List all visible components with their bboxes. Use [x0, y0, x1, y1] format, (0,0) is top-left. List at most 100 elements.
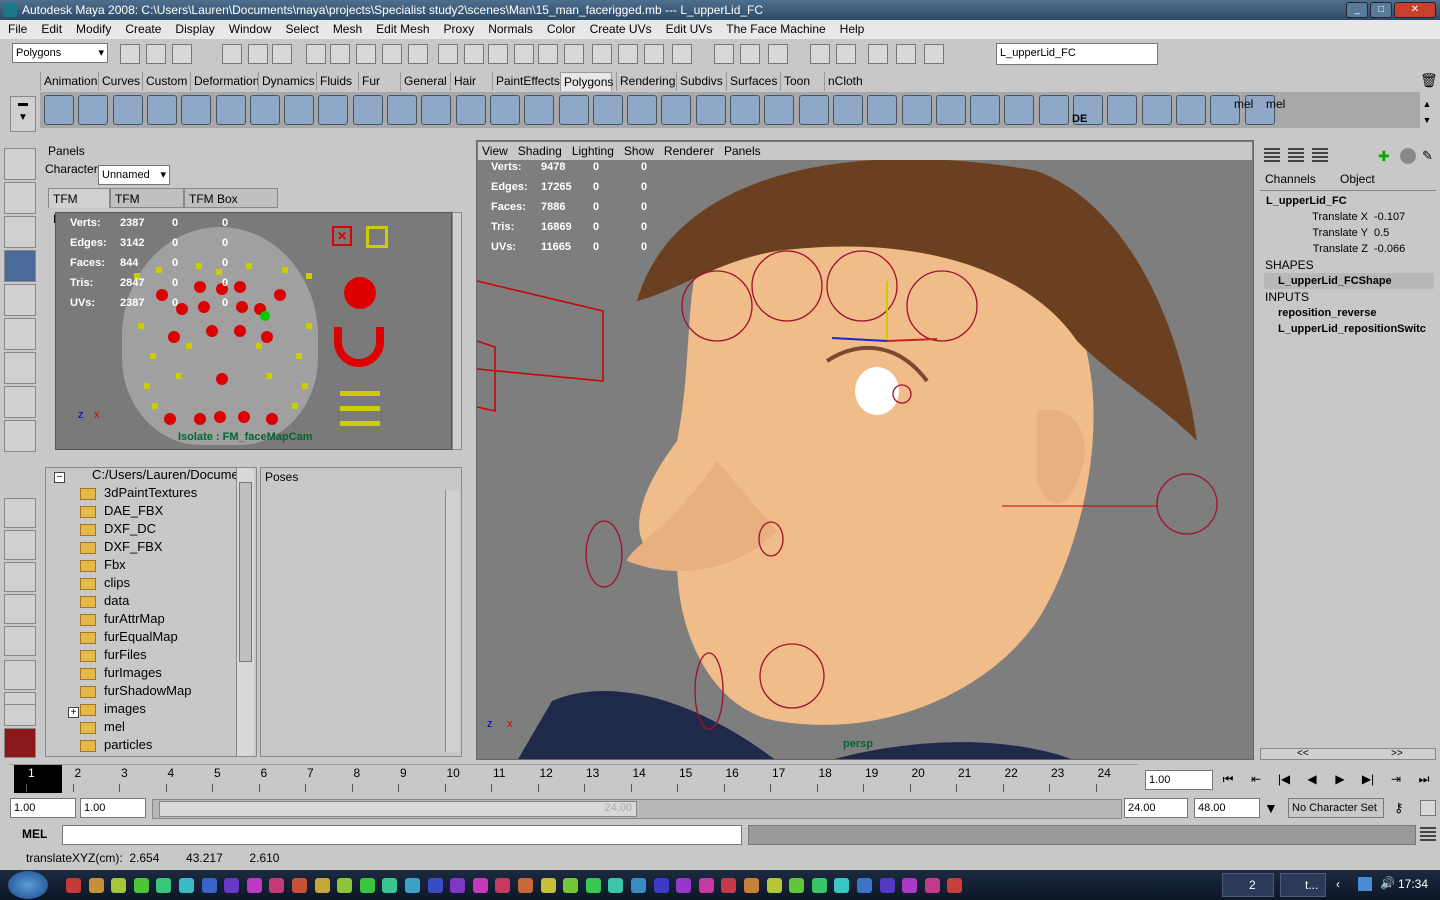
quick-launch-icon[interactable]: [653, 878, 669, 893]
folder-item[interactable]: Fbx: [80, 556, 126, 574]
channel-node-name[interactable]: L_upperLid_FC: [1266, 193, 1347, 209]
face-map-control-dot[interactable]: [266, 413, 278, 425]
step-forward-key-icon[interactable]: ⇥: [1384, 769, 1408, 789]
channel-attr-name[interactable]: Translate Z: [1264, 241, 1368, 257]
statusline-icon[interactable]: [896, 44, 916, 64]
object-menu[interactable]: Object: [1340, 171, 1375, 187]
face-map-control-dot[interactable]: [234, 325, 246, 337]
start-time-field[interactable]: 1.00: [10, 798, 76, 818]
layout-preset-icon[interactable]: [4, 498, 36, 528]
quick-launch-icon[interactable]: [676, 878, 692, 893]
lasso-tool-icon[interactable]: [4, 182, 36, 214]
end-time-field[interactable]: 48.00: [1194, 798, 1260, 818]
menu-create-uvs[interactable]: Create UVs: [582, 20, 658, 39]
scroll-left[interactable]: <<: [1297, 749, 1309, 759]
shelf-tab-general[interactable]: General: [400, 72, 448, 91]
quick-selection-field[interactable]: L_upperLid_FC: [996, 43, 1158, 65]
menu-help[interactable]: Help: [832, 20, 871, 39]
quick-launch-icon[interactable]: [495, 878, 511, 893]
face-map-minor-control[interactable]: [306, 273, 312, 279]
quick-launch-icon[interactable]: [337, 878, 353, 893]
shelf-trash-icon[interactable]: 🗑: [1420, 72, 1438, 89]
shelf-tab-curves[interactable]: Curves: [98, 72, 140, 91]
face-map-minor-control[interactable]: [216, 269, 222, 275]
quick-launch-icon[interactable]: [518, 878, 533, 893]
folder-item[interactable]: DAE_FBX: [80, 502, 163, 520]
step-back-frame-icon[interactable]: |◀: [1272, 769, 1296, 789]
face-map-minor-control[interactable]: [256, 343, 262, 349]
shelf-tool-icon[interactable]: [249, 95, 280, 125]
statusline-icon[interactable]: [306, 44, 326, 64]
quick-launch-icon[interactable]: [924, 878, 940, 893]
quick-launch-icon[interactable]: [246, 878, 262, 893]
tray-chevron-icon[interactable]: ‹: [1336, 877, 1340, 891]
menu-the-face-machine[interactable]: The Face Machine: [718, 20, 831, 39]
tongue-control-bars[interactable]: [340, 391, 380, 431]
shelf-tab-dynamics[interactable]: Dynamics: [258, 72, 315, 91]
persp-viewport[interactable]: Verts: 9478 0 0 Edges: 17265 0 0 Faces: 7886 0 0 Tri…: [476, 140, 1254, 760]
play-backwards-icon[interactable]: ◀: [1300, 769, 1324, 789]
shelf-tool-icon[interactable]: [318, 95, 349, 125]
face-map-minor-control[interactable]: [150, 353, 156, 359]
box-control-x[interactable]: ✕: [332, 226, 352, 246]
channel-attr-value[interactable]: -0.066: [1374, 241, 1405, 257]
shelf-tool-icon[interactable]: [1141, 95, 1172, 125]
shelf-tool-icon[interactable]: [764, 95, 795, 125]
mel-input[interactable]: [62, 825, 742, 845]
shelf-tool-icon[interactable]: [524, 95, 555, 125]
channels-menu[interactable]: Channels: [1265, 171, 1316, 187]
volume-icon[interactable]: 🔊: [1380, 876, 1395, 890]
shelf-tab-fur[interactable]: Fur: [358, 72, 398, 91]
statusline-icon[interactable]: [222, 44, 242, 64]
tfm-face-map-view[interactable]: ✕ Isolate : FM_faceMapCam z x Verts: 2387…: [55, 212, 452, 450]
folder-item[interactable]: DXF_FBX: [80, 538, 163, 556]
scroll-right[interactable]: >>: [1391, 749, 1403, 759]
folder-item[interactable]: furEqualMap: [80, 628, 178, 646]
range-slider[interactable]: 24.00: [152, 799, 1122, 819]
minimize-button[interactable]: _: [1346, 2, 1368, 18]
face-map-control-dot[interactable]: [194, 413, 206, 425]
scale-tool-icon[interactable]: [4, 318, 36, 350]
shelf-tab-custom[interactable]: Custom: [142, 72, 188, 91]
folder-item[interactable]: 3dPaintTextures: [80, 484, 197, 502]
layout-preset-icon[interactable]: [4, 562, 36, 592]
quick-launch-icon[interactable]: [224, 878, 240, 893]
shelf-tab-painteffects[interactable]: PaintEffects: [492, 72, 560, 91]
statusline-icon[interactable]: [330, 44, 350, 64]
folder-item[interactable]: DXF_DC: [80, 520, 156, 538]
shelf-tool-icon[interactable]: [112, 95, 143, 125]
character-dropdown[interactable]: Unnamed ▾: [98, 165, 170, 185]
quick-launch-icon[interactable]: [111, 878, 127, 893]
layout-preset-icon[interactable]: [4, 594, 36, 624]
shelf-tool-icon[interactable]: [1107, 95, 1138, 125]
statusline-icon[interactable]: [438, 44, 458, 64]
close-button[interactable]: ✕: [1394, 2, 1436, 18]
channel-attr-name[interactable]: Translate X: [1264, 209, 1368, 225]
face-map-control-dot[interactable]: [216, 373, 228, 385]
quick-launch-icon[interactable]: [269, 878, 285, 893]
channel-scrollbar[interactable]: << >>: [1260, 748, 1436, 760]
shelf-tool-icon[interactable]: [1175, 95, 1206, 125]
shelf-scroll[interactable]: ▲ ▼: [1420, 96, 1434, 128]
statusline-icon[interactable]: [924, 44, 944, 64]
statusline-icon[interactable]: [672, 44, 692, 64]
statusline-icon[interactable]: [768, 44, 788, 64]
folder-item[interactable]: mel: [80, 718, 125, 736]
attribute-editor-icon[interactable]: [1312, 148, 1328, 162]
shelf-tool-icon[interactable]: [592, 95, 623, 125]
quick-launch-icon[interactable]: [857, 878, 872, 893]
go-to-end-icon[interactable]: ⏭: [1412, 769, 1436, 789]
shelf-tool-icon[interactable]: [387, 95, 417, 125]
expand-node-icon[interactable]: +: [68, 707, 79, 718]
statusline-icon[interactable]: [488, 44, 508, 64]
shelf-tool-icon[interactable]: [832, 95, 863, 125]
menu-normals[interactable]: Normals: [480, 20, 539, 39]
quick-launch-icon[interactable]: [179, 878, 194, 893]
quick-launch-icon[interactable]: [201, 878, 217, 893]
quick-launch-icon[interactable]: [879, 878, 895, 893]
quick-launch-icon[interactable]: [66, 878, 81, 893]
quick-launch-icon[interactable]: [631, 878, 646, 893]
face-map-minor-control[interactable]: [152, 403, 158, 409]
face-map-control-dot[interactable]: [238, 411, 250, 423]
shelf-tool-icon[interactable]: [970, 95, 1001, 125]
